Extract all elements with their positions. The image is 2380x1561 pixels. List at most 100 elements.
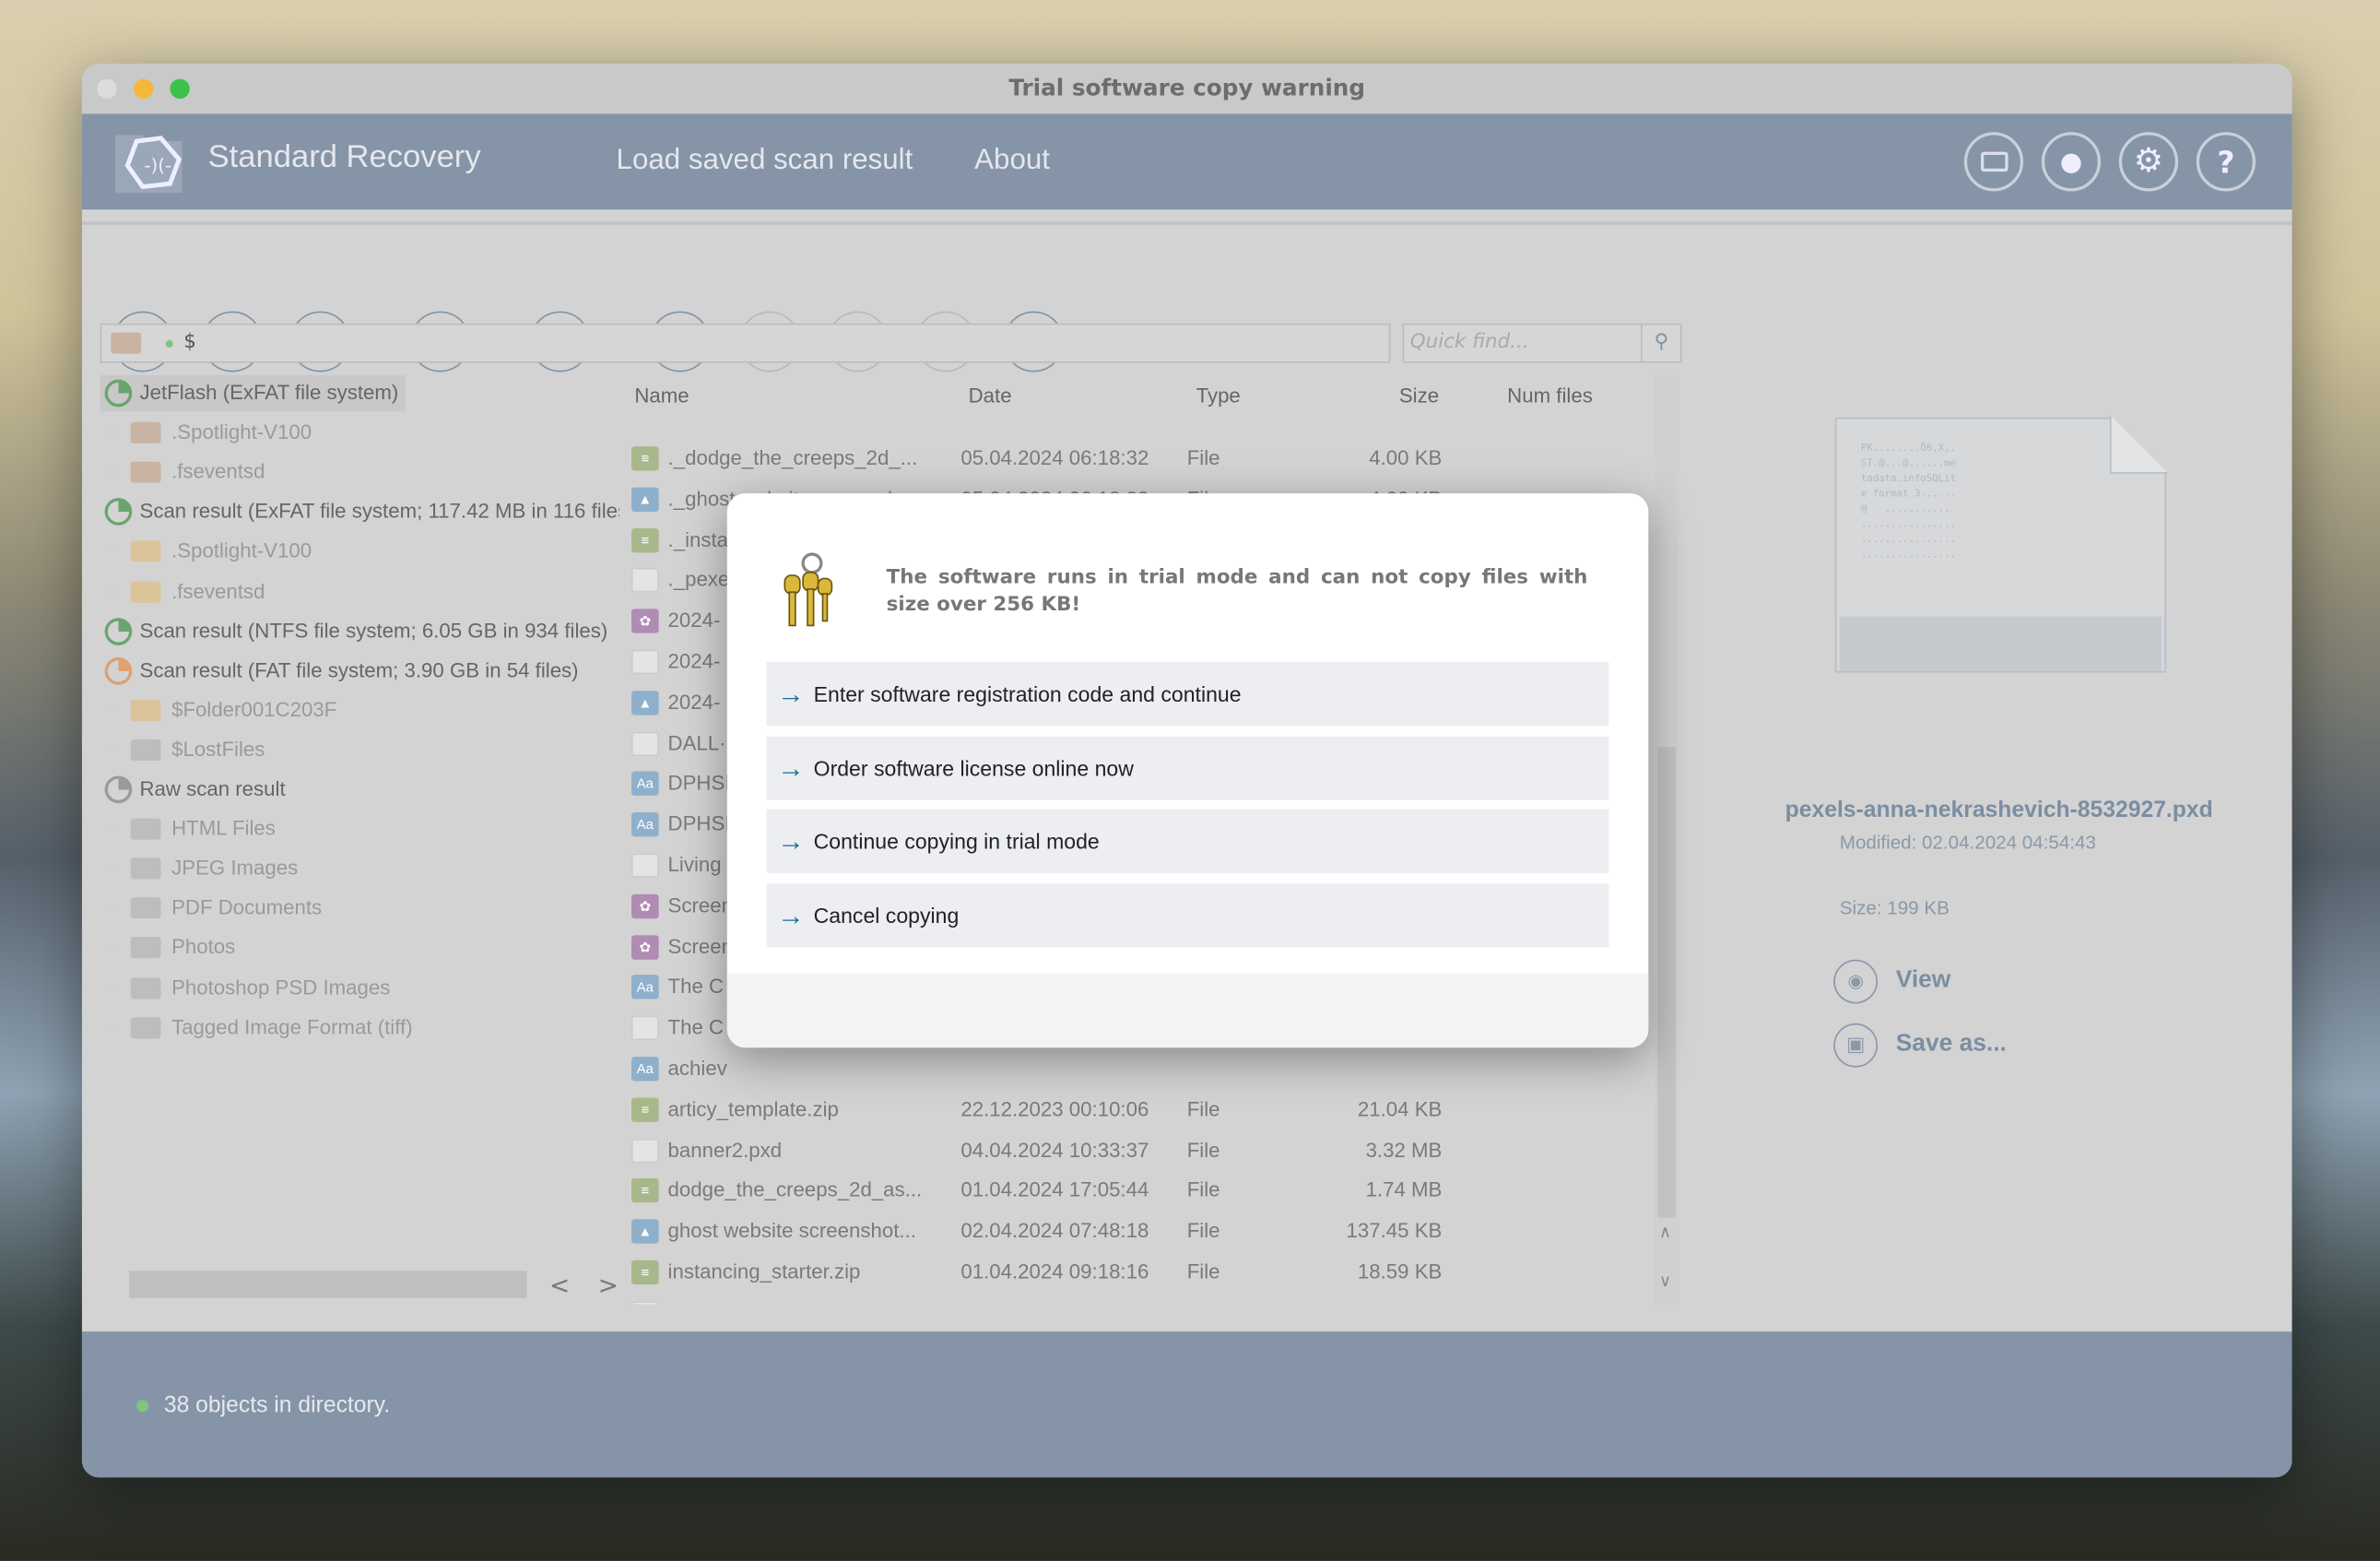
file-date: 02.04.2024 07:48:18: [960, 1219, 1149, 1243]
scrollbar-thumb[interactable]: [1657, 747, 1676, 1218]
tree-horizontal-scrollbar[interactable]: < >: [100, 1271, 619, 1300]
preview-size: Size: 199 KB: [1839, 897, 1950, 919]
scroll-down-icon[interactable]: ∨: [1659, 1271, 1671, 1290]
file-list-scrollbar[interactable]: ∧ ∨: [1654, 374, 1679, 1305]
save-as-button[interactable]: ▣ Save as...: [1833, 1022, 2007, 1067]
column-num-files[interactable]: Num files: [1507, 375, 1593, 418]
status-text: 38 objects in directory.: [163, 1392, 391, 1419]
column-size[interactable]: Size: [1360, 375, 1439, 418]
svg-text:-)(-: -)(-: [144, 155, 171, 176]
search-icon[interactable]: ⚲: [1641, 325, 1680, 361]
preview-panel: PK........Ô6,X,. ST.@...@......me tadata.i…: [1706, 368, 2292, 1340]
view-button[interactable]: ◉ View: [1833, 958, 1950, 1003]
tree-folder-item[interactable]: ┈ Photoshop PSD Images: [100, 969, 390, 1006]
video-file-icon: ✿: [631, 893, 659, 918]
file-row[interactable]: pexels-anna-nekrashevic... 02.04.2024 04:…: [624, 1294, 1656, 1305]
file-row[interactable]: ≡ instancing_starter.zip 01.04.2024 09:18:…: [624, 1253, 1656, 1293]
tree-folder-item[interactable]: ┈ .Spotlight-V100: [100, 534, 312, 571]
path-bar[interactable]: $: [100, 323, 1391, 363]
file-type: File: [1186, 1178, 1220, 1202]
tree-root-item[interactable]: Scan result (FAT file system; 3.90 GB in…: [100, 653, 579, 690]
tree-root-item[interactable]: Scan result (ExFAT file system; 117.42 M…: [100, 494, 619, 531]
file-row[interactable]: ≡ ._dodge_the_creeps_2d_... 05.04.2024 06:…: [624, 439, 1656, 479]
column-type[interactable]: Type: [1196, 375, 1241, 418]
zoom-window-button[interactable]: [170, 78, 190, 100]
desktop: Trial software copy warning -)(- Standar…: [0, 0, 2380, 1561]
tree-root-item[interactable]: Scan result (NTFS file system; 6.05 GB i…: [100, 613, 608, 650]
scroll-right-icon[interactable]: >: [598, 1271, 619, 1299]
folder-icon: [130, 897, 161, 919]
zip-file-icon: ≡: [631, 1178, 659, 1203]
zip-file-icon: ≡: [631, 1097, 659, 1122]
tree-line: ┈: [106, 1019, 115, 1035]
order-license-option[interactable]: → Order software license online now: [766, 736, 1609, 800]
tree-folder-item[interactable]: ┈ Photos: [100, 929, 235, 966]
scan-status-icon: [104, 775, 133, 804]
blank-file-icon: [631, 568, 659, 593]
app-logo-icon: -)(-: [115, 135, 183, 194]
arrow-right-icon: →: [777, 900, 805, 931]
divider: [81, 221, 2292, 225]
preview-modified: Modified: 02.04.2024 04:54:43: [1839, 832, 2096, 854]
scroll-left-icon[interactable]: <: [549, 1271, 570, 1299]
dialog-footer: [726, 973, 1649, 1048]
hex-line: PK........Ô6,X,.: [1860, 442, 1956, 455]
file-name: ._dodge_the_creeps_2d_...: [667, 446, 918, 469]
save-icon: ▣: [1833, 1023, 1878, 1067]
file-row[interactable]: ≡ articy_template.zip 22.12.2023 00:10:06 F…: [624, 1090, 1656, 1129]
tree-root-item[interactable]: Raw scan result: [100, 772, 286, 809]
help-button[interactable]: ?: [2196, 132, 2256, 192]
font-file-icon: Aa: [631, 1057, 659, 1082]
tree-root-item[interactable]: JetFlash (ExFAT file system): [100, 374, 405, 412]
close-window-button[interactable]: [97, 78, 117, 100]
display-icon: [1980, 151, 2008, 172]
display-button[interactable]: [1963, 132, 2024, 192]
file-name: articy_template.zip: [667, 1097, 839, 1120]
settings-button[interactable]: ⚙: [2118, 132, 2179, 192]
file-row[interactable]: Aa achiev: [624, 1049, 1656, 1089]
load-saved-scan-link[interactable]: Load saved scan result: [617, 144, 913, 177]
tree-folder-item[interactable]: ┈ $Folder001C203F: [100, 692, 336, 729]
scrollbar-thumb[interactable]: [128, 1271, 527, 1298]
dialog-message: The software runs in trial mode and can …: [886, 566, 1588, 617]
tree-folder-item[interactable]: ┈ HTML Files: [100, 810, 276, 847]
minimize-window-button[interactable]: [133, 78, 154, 100]
file-size: 3.32 MB: [1365, 1138, 1443, 1162]
file-preview-thumbnail: PK........Ô6,X,. ST.@...@......me tadata.i…: [1834, 416, 2168, 673]
font-file-icon: Aa: [631, 975, 659, 1000]
enter-registration-code-option[interactable]: → Enter software registration code and co…: [766, 661, 1609, 727]
continue-trial-option[interactable]: → Continue copying in trial mode: [766, 809, 1609, 873]
tree-folder-item[interactable]: ┈ PDF Documents: [100, 890, 322, 927]
brand-name: Standard Recovery: [207, 139, 481, 175]
file-date: 05.04.2024 06:18:32: [960, 446, 1149, 469]
file-row[interactable]: ▲ ghost website screenshot... 02.04.2024 0…: [624, 1212, 1656, 1251]
file-type: File: [1186, 1138, 1220, 1162]
column-date[interactable]: Date: [969, 375, 1012, 418]
tree-folder-item[interactable]: ┈ $LostFiles: [100, 732, 265, 769]
zip-file-icon: ≡: [631, 446, 659, 471]
file-size: 1.74 MB: [1365, 1178, 1443, 1202]
hex-line: @ ...........: [1860, 503, 1950, 515]
zip-file-icon: ≡: [631, 527, 659, 552]
file-date: 04.04.2024 10:33:37: [960, 1138, 1149, 1162]
cancel-copying-option[interactable]: → Cancel copying: [766, 883, 1609, 948]
folder-icon: [130, 739, 161, 761]
tree-folder-item[interactable]: ┈ Tagged Image Format (tiff): [100, 1009, 413, 1046]
tree-folder-item[interactable]: ┈ JPEG Images: [100, 850, 298, 887]
blank-file-icon: [631, 1015, 659, 1041]
quick-find-input[interactable]: Quick find... ⚲: [1402, 323, 1682, 363]
about-link[interactable]: About: [974, 144, 1050, 177]
file-row[interactable]: banner2.pxd 04.04.2024 10:33:37 File 3.32 M…: [624, 1130, 1656, 1170]
keys-icon: [784, 552, 833, 627]
hex-line: ................: [1860, 548, 1956, 561]
tree-folder-item[interactable]: ┈ .fseventsd: [100, 455, 265, 491]
scroll-up-icon[interactable]: ∧: [1659, 1223, 1671, 1242]
file-row[interactable]: ≡ dodge_the_creeps_2d_as... 01.04.2024 17:…: [624, 1171, 1656, 1211]
account-button[interactable]: ●: [2041, 132, 2102, 192]
column-name[interactable]: Name: [634, 375, 689, 418]
tree-folder-item[interactable]: ┈ .Spotlight-V100: [100, 415, 312, 452]
hex-line: tadata.infoSQLit: [1860, 472, 1956, 485]
tree-folder-item[interactable]: ┈ .fseventsd: [100, 574, 265, 610]
file-type: File: [1186, 1219, 1220, 1243]
file-type: File: [1186, 446, 1220, 469]
